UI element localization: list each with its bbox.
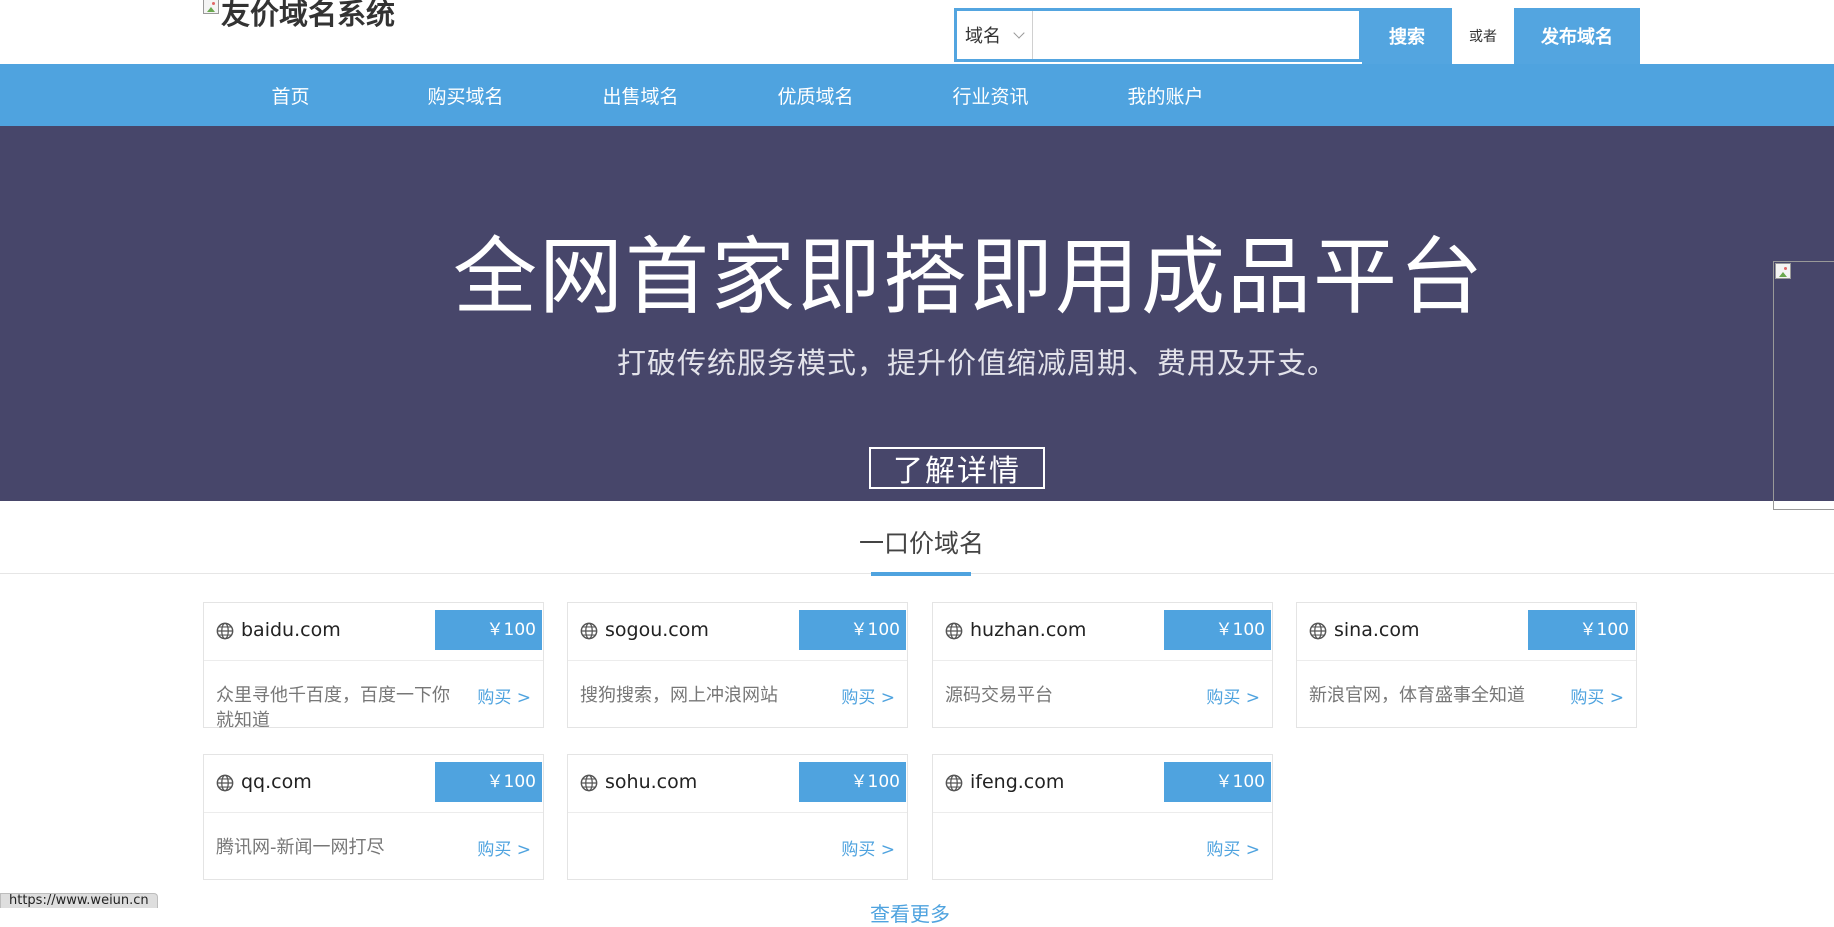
globe-icon <box>945 774 963 792</box>
search-type-label: 域名 <box>965 26 1001 47</box>
domain-card-header: qq.com ￥100 <box>204 755 543 813</box>
domain-price: ￥100 <box>1164 610 1271 650</box>
domain-name[interactable]: ifeng.com <box>970 771 1064 793</box>
domain-description <box>945 835 1193 881</box>
site-logo[interactable]: 友价域名系统 <box>203 0 396 31</box>
domain-name[interactable]: sohu.com <box>605 771 697 793</box>
view-more-link[interactable]: 查看更多 <box>870 898 950 927</box>
publish-domain-button[interactable]: 发布域名 <box>1514 8 1640 64</box>
buy-link[interactable]: 购买 > <box>1206 835 1260 860</box>
domain-price: ￥100 <box>799 762 906 802</box>
globe-icon <box>580 774 598 792</box>
domain-description <box>580 835 828 881</box>
domain-price: ￥100 <box>799 610 906 650</box>
domain-card-header: sina.com ￥100 <box>1297 603 1636 661</box>
status-bar-url: https://www.weiun.cn <box>0 893 158 908</box>
search-button[interactable]: 搜索 <box>1362 8 1452 64</box>
domain-name[interactable]: sogou.com <box>605 619 709 641</box>
search-type-select[interactable]: 域名 <box>957 11 1033 59</box>
main-nav: 首页 购买域名 出售域名 优质域名 行业资讯 我的账户 <box>0 64 1834 126</box>
domain-description: 搜狗搜索，网上冲浪网站 <box>580 685 778 706</box>
globe-icon <box>1309 622 1327 640</box>
buy-link[interactable]: 购买 > <box>1570 683 1624 708</box>
domain-card[interactable]: sogou.com ￥100 搜狗搜索，网上冲浪网站 购买 > <box>567 602 908 728</box>
section-title: 一口价域名 <box>858 529 984 558</box>
domain-card-header: sogou.com ￥100 <box>568 603 907 661</box>
nav-item-industry-news[interactable]: 行业资讯 <box>903 64 1078 126</box>
globe-icon <box>945 622 963 640</box>
domain-name[interactable]: qq.com <box>241 771 312 793</box>
globe-icon <box>216 622 234 640</box>
search-input[interactable] <box>1033 11 1359 59</box>
domain-price: ￥100 <box>435 610 542 650</box>
buy-link[interactable]: 购买 > <box>1206 683 1260 708</box>
learn-more-button[interactable]: 了解详情 <box>869 447 1045 489</box>
header: 友价域名系统 域名 搜索 或者 发布域名 <box>0 0 1834 64</box>
nav-item-sell-domain[interactable]: 出售域名 <box>553 64 728 126</box>
search-box: 域名 <box>954 8 1362 62</box>
domain-description: 腾讯网-新闻一网打尽 <box>216 837 385 858</box>
domain-card[interactable]: huzhan.com ￥100 源码交易平台 购买 > <box>932 602 1273 728</box>
domain-card[interactable]: sohu.com ￥100 购买 > <box>567 754 908 880</box>
section-underline <box>871 572 971 576</box>
broken-image-icon <box>1775 263 1791 279</box>
domain-price: ￥100 <box>1164 762 1271 802</box>
domain-name[interactable]: huzhan.com <box>970 619 1086 641</box>
nav-item-my-account[interactable]: 我的账户 <box>1078 64 1253 126</box>
hero-banner: 全网首家即搭即用成品平台 打破传统服务模式，提升价值缩减周期、费用及开支。 了解… <box>0 126 1834 501</box>
buy-link[interactable]: 购买 > <box>477 683 531 708</box>
domain-name[interactable]: sina.com <box>1334 619 1419 641</box>
globe-icon <box>216 774 234 792</box>
domain-card[interactable]: qq.com ￥100 腾讯网-新闻一网打尽 购买 > <box>203 754 544 880</box>
domain-description: 新浪官网，体育盛事全知道 <box>1309 685 1525 706</box>
domain-name[interactable]: baidu.com <box>241 619 341 641</box>
domain-description: 众里寻他千百度，百度一下你就知道 <box>216 685 450 729</box>
domain-card-header: baidu.com ￥100 <box>204 603 543 661</box>
buy-link[interactable]: 购买 > <box>841 683 895 708</box>
buy-link[interactable]: 购买 > <box>841 835 895 860</box>
domain-card[interactable]: sina.com ￥100 新浪官网，体育盛事全知道 购买 > <box>1296 602 1637 728</box>
domain-card[interactable]: ifeng.com ￥100 购买 > <box>932 754 1273 880</box>
nav-item-buy-domain[interactable]: 购买域名 <box>378 64 553 126</box>
globe-icon <box>580 622 598 640</box>
domain-card-header: sohu.com ￥100 <box>568 755 907 813</box>
or-label: 或者 <box>1469 29 1497 45</box>
domain-card[interactable]: baidu.com ￥100 众里寻他千百度，百度一下你就知道 购买 > <box>203 602 544 729</box>
domain-price: ￥100 <box>435 762 542 802</box>
buy-link[interactable]: 购买 > <box>477 835 531 860</box>
chevron-down-icon <box>1013 27 1025 39</box>
domain-description: 源码交易平台 <box>945 685 1053 706</box>
domain-card-header: ifeng.com ￥100 <box>933 755 1272 813</box>
banner-title: 全网首家即搭即用成品平台 <box>452 228 1485 326</box>
banner-subtitle: 打破传统服务模式，提升价值缩减周期、费用及开支。 <box>616 346 1337 380</box>
nav-item-home[interactable]: 首页 <box>203 64 378 126</box>
side-float-widget[interactable] <box>1773 261 1834 510</box>
broken-image-icon <box>203 0 219 14</box>
logo-alt-text: 友价域名系统 <box>221 0 396 31</box>
domain-price: ￥100 <box>1528 610 1635 650</box>
nav-item-premium-domain[interactable]: 优质域名 <box>728 64 903 126</box>
domain-card-header: huzhan.com ￥100 <box>933 603 1272 661</box>
